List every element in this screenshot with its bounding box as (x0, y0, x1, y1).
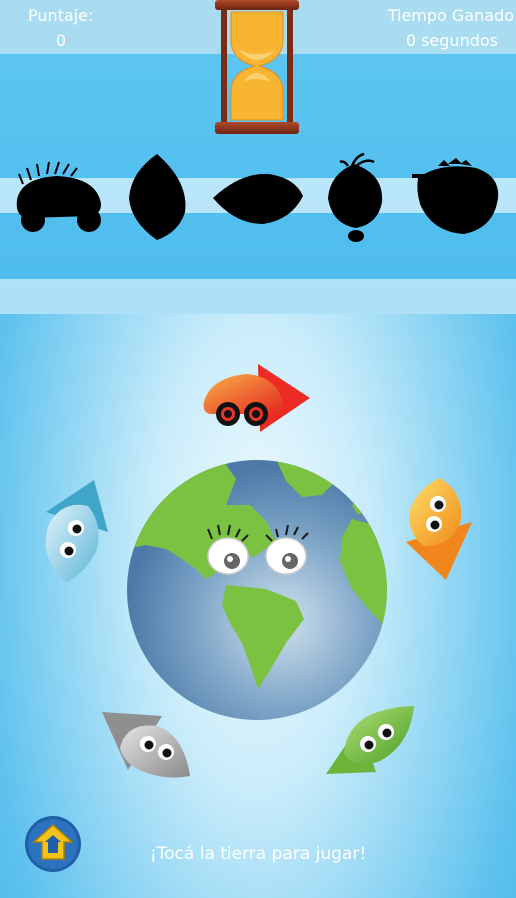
blue-creature[interactable] (42, 478, 112, 584)
time-value: 0 segundos (405, 31, 498, 50)
score-label: Puntaje: (28, 6, 94, 25)
tap-earth-hint: ¡Tocá la tierra para jugar! (149, 844, 367, 864)
drop-silhouette (213, 173, 303, 224)
score-value: 0 (56, 31, 67, 50)
leaf-silhouette (129, 154, 186, 240)
car-silhouette (16, 161, 101, 232)
strawberry-silhouette (412, 158, 499, 234)
time-label: Tiempo Ganado (387, 6, 514, 25)
onion-silhouette (328, 152, 383, 242)
orange-creature[interactable] (404, 476, 474, 582)
hourglass-icon (215, 0, 299, 134)
answer-stripe (0, 279, 516, 314)
red-car-creature[interactable] (200, 362, 312, 434)
earth-planet[interactable] (126, 459, 388, 721)
